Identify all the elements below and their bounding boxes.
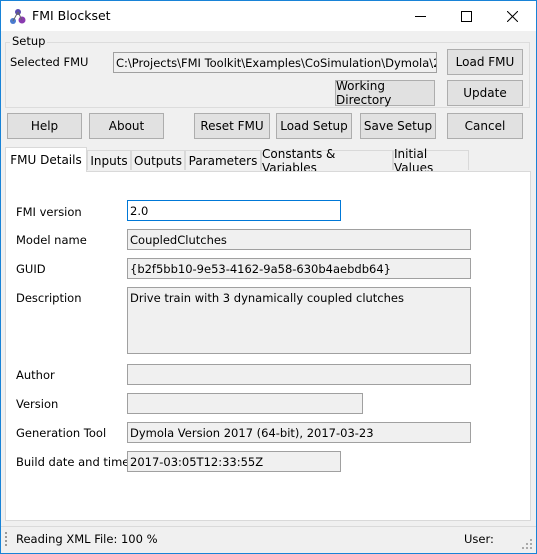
help-button[interactable]: Help bbox=[7, 113, 82, 139]
resize-grip-icon[interactable] bbox=[521, 538, 533, 550]
guid-field[interactable]: {b2f5bb10-9e53-4162-9a58-630b4aebdb64} bbox=[127, 258, 471, 279]
model-name-label: Model name bbox=[16, 233, 87, 247]
generation-tool-label: Generation Tool bbox=[16, 426, 107, 440]
description-label: Description bbox=[16, 291, 82, 305]
load-fmu-button[interactable]: Load FMU bbox=[447, 49, 523, 75]
tab-initial-values[interactable]: Initial Values bbox=[393, 147, 469, 175]
version-field[interactable] bbox=[127, 393, 363, 414]
selected-fmu-label: Selected FMU bbox=[10, 55, 89, 69]
maximize-button[interactable] bbox=[443, 2, 489, 31]
version-label: Version bbox=[16, 397, 59, 411]
update-button[interactable]: Update bbox=[447, 80, 523, 106]
description-field[interactable]: Drive train with 3 dynamically coupled c… bbox=[127, 287, 471, 354]
minimize-icon bbox=[414, 16, 426, 17]
generation-tool-field[interactable]: Dymola Version 2017 (64-bit), 2017-03-23 bbox=[127, 422, 471, 443]
close-button[interactable] bbox=[489, 2, 535, 31]
build-date-field[interactable]: 2017-03:05T12:33:55Z bbox=[127, 451, 341, 472]
tab-outputs[interactable]: Outputs bbox=[131, 150, 185, 170]
app-logo-icon bbox=[10, 9, 26, 24]
selected-fmu-path-field[interactable]: C:\Projects\FMI Toolkit\Examples\CoSimul… bbox=[113, 52, 437, 73]
save-setup-button[interactable]: Save Setup bbox=[360, 113, 436, 139]
title-bar[interactable]: FMI Blockset bbox=[1, 1, 536, 31]
tab-fmu-details[interactable]: FMU Details bbox=[5, 147, 87, 172]
grip-icon bbox=[5, 532, 7, 546]
about-button[interactable]: About bbox=[89, 113, 164, 139]
tab-inputs[interactable]: Inputs bbox=[87, 150, 131, 170]
load-setup-button[interactable]: Load Setup bbox=[276, 113, 352, 139]
cancel-button[interactable]: Cancel bbox=[447, 113, 523, 139]
status-message: Reading XML File: 100 % bbox=[16, 532, 158, 546]
build-date-label: Build date and time bbox=[16, 455, 130, 469]
fmi-version-label: FMI version bbox=[16, 205, 82, 219]
reset-fmu-button[interactable]: Reset FMU bbox=[194, 113, 270, 139]
status-user-label: User: bbox=[464, 532, 494, 546]
tab-parameters[interactable]: Parameters bbox=[185, 150, 261, 170]
window-title: FMI Blockset bbox=[32, 8, 111, 23]
working-directory-button[interactable]: Working Directory bbox=[335, 79, 435, 107]
model-name-field[interactable]: CoupledClutches bbox=[127, 229, 471, 250]
minimize-button[interactable] bbox=[397, 2, 443, 31]
maximize-icon bbox=[460, 11, 472, 22]
fmi-version-field[interactable]: 2.0 bbox=[127, 200, 341, 221]
guid-label: GUID bbox=[16, 262, 46, 276]
setup-group-label: Setup bbox=[10, 34, 48, 48]
author-label: Author bbox=[16, 368, 55, 382]
author-field[interactable] bbox=[127, 364, 471, 385]
close-icon bbox=[506, 11, 518, 22]
status-bar: Reading XML File: 100 % User: bbox=[1, 526, 536, 553]
tab-constants-variables[interactable]: Constants & Variables bbox=[261, 147, 393, 175]
